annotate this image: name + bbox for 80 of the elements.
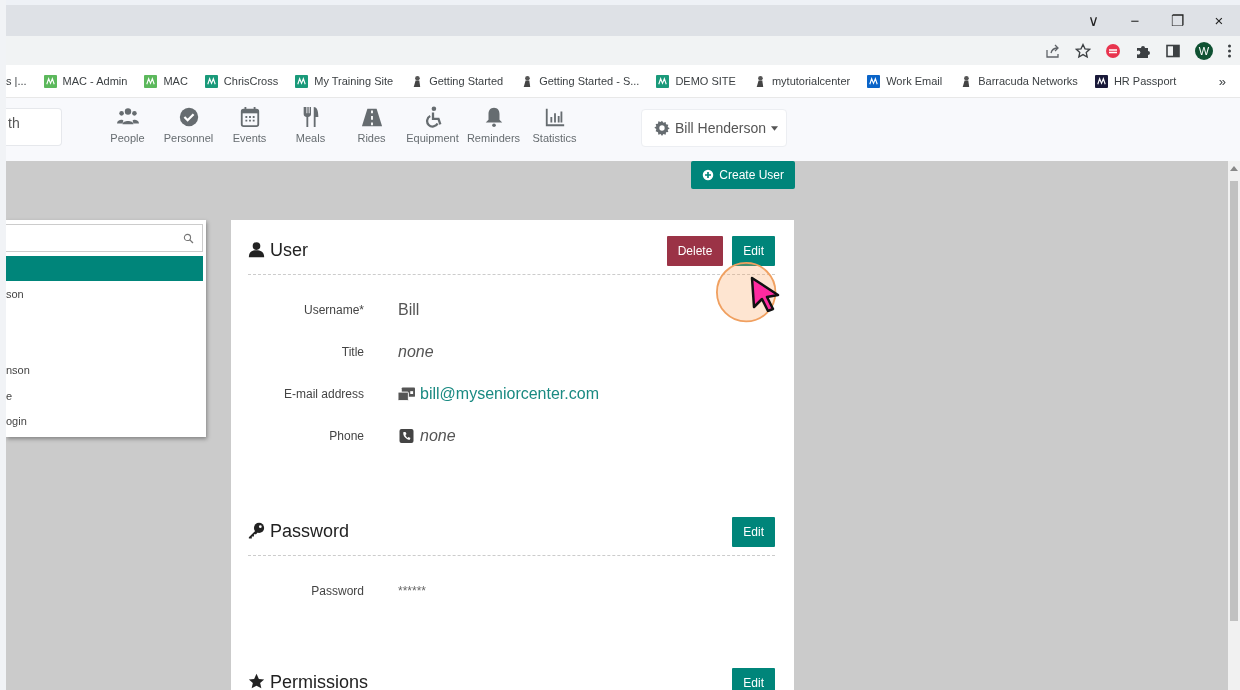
email-link[interactable]: bill@myseniorcenter.com bbox=[420, 385, 599, 403]
road-icon bbox=[360, 106, 383, 128]
list-item[interactable]: e bbox=[6, 383, 203, 409]
list-item[interactable]: son bbox=[6, 281, 203, 307]
sidebar-icon[interactable] bbox=[1165, 42, 1181, 59]
bookmark[interactable]: MAC - Admin bbox=[43, 74, 128, 88]
menu-icon[interactable] bbox=[1227, 42, 1232, 59]
edit-button[interactable]: Edit bbox=[732, 517, 775, 547]
edit-button[interactable]: Edit bbox=[732, 668, 775, 690]
field-label: Phone bbox=[328, 429, 364, 443]
account-dropdown[interactable]: Bill Henderson bbox=[641, 109, 787, 147]
create-user-button[interactable]: Create User bbox=[691, 161, 795, 189]
field-value: none bbox=[420, 427, 456, 445]
edit-button[interactable]: Edit bbox=[732, 236, 775, 266]
window-control[interactable]: − bbox=[1114, 12, 1156, 29]
more-bookmarks-button[interactable]: » bbox=[1218, 73, 1226, 89]
nav-item[interactable]: Personnel bbox=[159, 106, 218, 144]
field-value: none bbox=[398, 343, 434, 361]
settings-icon bbox=[654, 120, 670, 136]
plus-circle-icon bbox=[702, 169, 715, 181]
window-control[interactable]: × bbox=[1198, 12, 1240, 29]
search-icon bbox=[183, 232, 194, 244]
window-control[interactable]: ❐ bbox=[1156, 11, 1198, 30]
site-icon bbox=[43, 74, 57, 88]
field-label: Title bbox=[340, 345, 364, 359]
nav-item[interactable]: Statistics bbox=[525, 106, 584, 144]
phone-icon bbox=[398, 429, 415, 443]
nav-item[interactable]: People bbox=[98, 106, 157, 144]
nav-item[interactable]: Events bbox=[220, 106, 279, 144]
site-icon bbox=[656, 74, 670, 88]
bookmark[interactable]: mytutorialcenter bbox=[752, 74, 851, 88]
site-icon bbox=[1094, 74, 1108, 88]
bookmark[interactable]: Work Email bbox=[867, 74, 943, 88]
key-icon bbox=[248, 522, 265, 539]
caret-icon bbox=[771, 125, 779, 131]
field-value: ****** bbox=[398, 584, 427, 598]
scrollbar-thumb[interactable] bbox=[1230, 181, 1238, 621]
star-icon[interactable] bbox=[1075, 42, 1091, 59]
bookmark[interactable]: My Training Site bbox=[295, 74, 394, 88]
bar-chart-icon bbox=[543, 106, 566, 128]
bookmark[interactable]: s |... bbox=[6, 75, 27, 87]
field-label: Username* bbox=[302, 303, 364, 317]
site-icon bbox=[204, 74, 218, 88]
window-control[interactable]: ∨ bbox=[1072, 11, 1114, 30]
section-title: User bbox=[270, 240, 308, 261]
bookmark[interactable]: HR Passport bbox=[1094, 74, 1177, 88]
contact-card-icon bbox=[398, 387, 415, 401]
bookmark[interactable]: Getting Started - S... bbox=[520, 74, 640, 88]
scrollbar[interactable] bbox=[1228, 161, 1240, 690]
list-item[interactable]: ogin bbox=[6, 408, 203, 434]
check-circle-icon bbox=[177, 106, 200, 128]
share-icon[interactable] bbox=[1045, 42, 1061, 59]
section-title: Permissions bbox=[270, 672, 369, 690]
nav-item[interactable]: Equipment bbox=[403, 106, 462, 144]
user-icon bbox=[248, 241, 265, 258]
section-title: Password bbox=[270, 521, 350, 542]
star-icon bbox=[248, 673, 265, 690]
site-icon bbox=[295, 74, 309, 88]
nav-item[interactable]: Reminders bbox=[464, 106, 523, 144]
bookmark[interactable]: ChrisCross bbox=[204, 74, 279, 88]
profile-avatar[interactable]: W bbox=[1195, 41, 1213, 60]
calendar-icon bbox=[238, 106, 261, 128]
cursor-icon bbox=[749, 276, 781, 312]
extension-icon[interactable] bbox=[1105, 42, 1121, 59]
bookmark[interactable]: Getting Started bbox=[410, 74, 504, 88]
field-label: E-mail address bbox=[282, 387, 364, 401]
bookmark[interactable]: DEMO SITE bbox=[656, 74, 736, 88]
site-icon bbox=[867, 74, 881, 88]
bookmark[interactable]: Barracuda Networks bbox=[959, 74, 1078, 88]
list-search-field[interactable] bbox=[6, 224, 203, 252]
bookmark[interactable]: MAC bbox=[144, 74, 188, 88]
scroll-up-icon[interactable] bbox=[1230, 166, 1238, 171]
site-icon bbox=[144, 74, 158, 88]
search-field[interactable]: th bbox=[6, 108, 62, 146]
field-label: Password bbox=[310, 584, 364, 598]
field-value: Bill bbox=[398, 301, 420, 319]
delete-button[interactable]: Delete bbox=[666, 236, 724, 266]
list-item[interactable]: nson bbox=[6, 357, 203, 383]
nav-item[interactable]: Meals bbox=[281, 106, 340, 144]
nav-item[interactable]: Rides bbox=[342, 106, 401, 144]
